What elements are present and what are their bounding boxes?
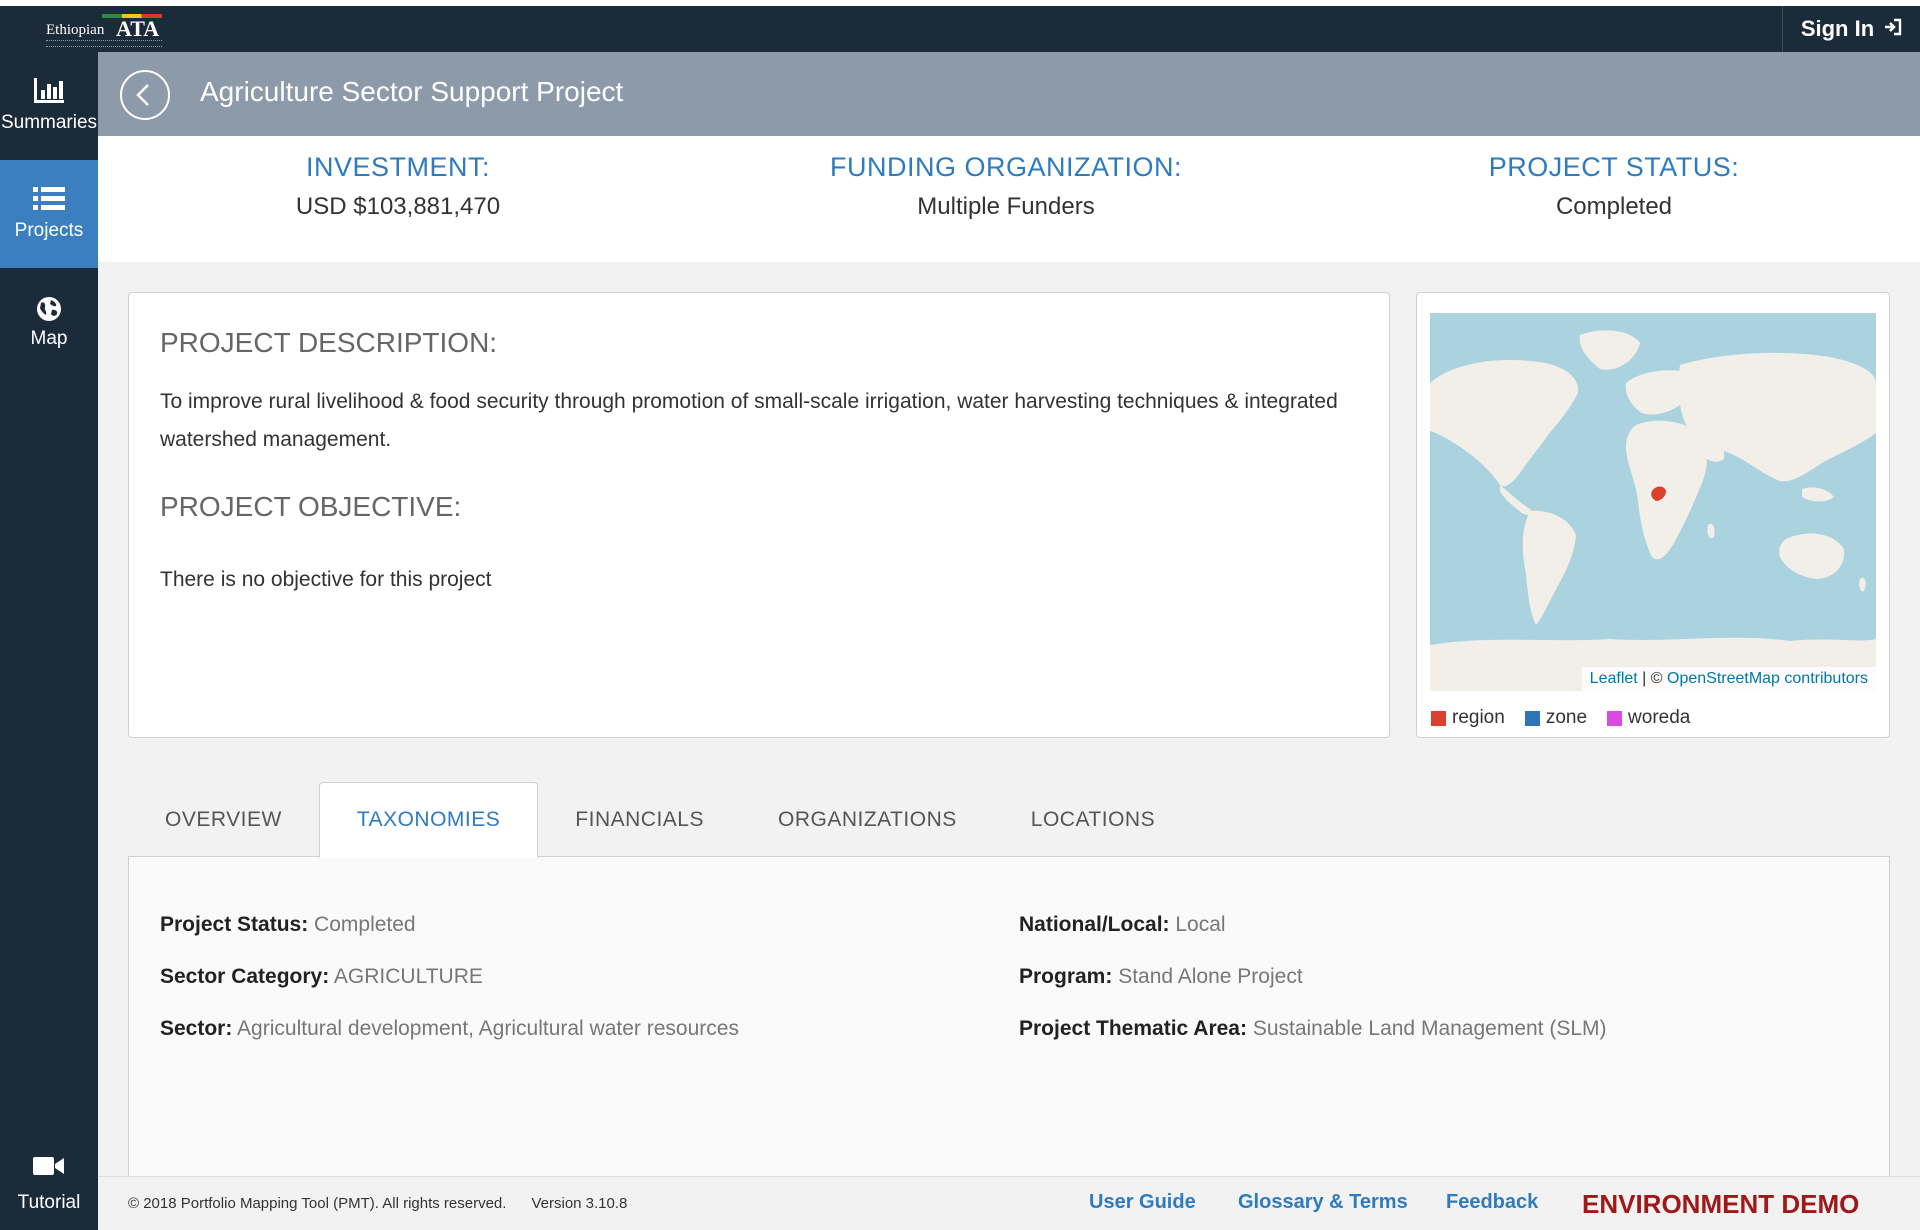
chevron-left-icon — [136, 84, 149, 106]
investment-value: USD $103,881,470 — [295, 193, 501, 220]
leaflet-link[interactable]: Leaflet — [1590, 670, 1638, 687]
list-icon — [0, 186, 98, 217]
footer: © 2018 Portfolio Mapping Tool (PMT). All… — [98, 1176, 1920, 1230]
legend-label-woreda: woreda — [1628, 707, 1691, 728]
user-guide-link[interactable]: User Guide — [1089, 1191, 1196, 1214]
field-national-local: National/Local: Local — [1019, 913, 1226, 937]
funding-value: Multiple Funders — [917, 193, 1095, 220]
location-map[interactable]: Leaflet | © OpenStreetMap contributors — [1430, 313, 1876, 691]
logo-subtitle-line — [46, 40, 162, 44]
legend-item-region: region — [1431, 707, 1505, 729]
tab-taxonomies[interactable]: TAXONOMIES — [318, 782, 539, 858]
sidebar-label-projects: Projects — [14, 220, 84, 241]
field-key: Program: — [1019, 965, 1113, 988]
field-key: National/Local: — [1019, 913, 1170, 936]
map-attribution: Leaflet | © OpenStreetMap contributors — [1581, 667, 1876, 691]
sidebar-label-map: Map — [30, 328, 68, 349]
tab-organizations[interactable]: ORGANIZATIONS — [741, 782, 994, 858]
glossary-link[interactable]: Glossary & Terms — [1238, 1191, 1408, 1214]
feedback-link[interactable]: Feedback — [1446, 1191, 1538, 1214]
legend-swatch-region — [1431, 710, 1446, 726]
legend-swatch-woreda — [1607, 710, 1623, 726]
sign-in-icon — [1884, 16, 1902, 42]
field-value: Completed — [314, 913, 416, 936]
sign-in-label: Sign In — [1800, 16, 1875, 41]
field-value: Stand Alone Project — [1118, 965, 1303, 988]
logo-text: Ethiopian — [46, 22, 105, 38]
copyright-text: © 2018 Portfolio Mapping Tool (PMT). All… — [128, 1195, 627, 1212]
field-thematic-area: Project Thematic Area: Sustainable Land … — [1019, 1017, 1607, 1041]
legend-item-zone: zone — [1524, 707, 1588, 729]
page-header: Agriculture Sector Support Project — [98, 52, 1920, 136]
funding-summary: FUNDING ORGANIZATION: Multiple Funders — [706, 152, 1306, 221]
funding-label: FUNDING ORGANIZATION: — [830, 152, 1182, 182]
back-button[interactable] — [120, 70, 170, 120]
sidebar: Summaries Projects Map Tutorial — [0, 52, 98, 1230]
tab-overview[interactable]: OVERVIEW — [128, 782, 319, 858]
bar-chart-icon — [0, 78, 98, 109]
ata-logo[interactable]: Ethiopian ATA — [36, 14, 170, 54]
tab-locations[interactable]: LOCATIONS — [994, 782, 1192, 858]
logo-subtitle-line-2 — [46, 46, 162, 50]
description-heading: PROJECT DESCRIPTION: — [160, 327, 498, 358]
taxonomies-panel: Project Status: Completed Sector Categor… — [128, 856, 1890, 1176]
sidebar-item-tutorial[interactable]: Tutorial — [0, 1120, 98, 1230]
field-sector: Sector: Agricultural development, Agricu… — [160, 1017, 739, 1041]
osm-link[interactable]: OpenStreetMap contributors — [1667, 670, 1868, 687]
attribution-separator: | © — [1637, 670, 1667, 687]
status-summary: PROJECT STATUS: Completed — [1314, 152, 1914, 221]
legend-label-zone: zone — [1545, 707, 1588, 728]
field-value: AGRICULTURE — [333, 965, 483, 988]
environment-badge: ENVIRONMENT DEMO — [1582, 1189, 1860, 1219]
description-card: PROJECT DESCRIPTION: To improve rural li… — [128, 292, 1390, 738]
objective-text: There is no objective for this project — [160, 568, 492, 591]
logo-mark: ATA — [116, 16, 160, 41]
version: Version 3.10.8 — [531, 1195, 628, 1212]
map-card: Leaflet | © OpenStreetMap contributors r… — [1416, 292, 1890, 738]
field-program: Program: Stand Alone Project — [1019, 965, 1303, 989]
investment-label: INVESTMENT: — [305, 152, 491, 182]
legend-item-woreda: woreda — [1607, 707, 1690, 729]
sidebar-item-map[interactable]: Map — [0, 268, 98, 376]
world-map — [1430, 330, 1876, 691]
status-label: PROJECT STATUS: — [1488, 152, 1740, 182]
investment-summary: INVESTMENT: USD $103,881,470 — [98, 152, 698, 221]
status-value: Completed — [1555, 193, 1673, 220]
page-title: Agriculture Sector Support Project — [200, 76, 624, 107]
video-camera-icon — [0, 1156, 98, 1181]
legend-label-region: region — [1452, 707, 1505, 728]
field-value: Agricultural development, Agricultural w… — [237, 1017, 739, 1040]
globe-icon — [0, 296, 98, 327]
field-key: Sector: — [160, 1017, 233, 1040]
field-value: Sustainable Land Management (SLM) — [1252, 1017, 1607, 1040]
detail-tabs: OVERVIEW TAXONOMIES FINANCIALS ORGANIZAT… — [128, 782, 1192, 858]
field-project-status: Project Status: Completed — [160, 913, 416, 937]
field-key: Project Thematic Area: — [1019, 1017, 1247, 1040]
legend-swatch-zone — [1524, 710, 1540, 726]
project-summary: INVESTMENT: USD $103,881,470 FUNDING ORG… — [98, 136, 1920, 262]
top-bar: Ethiopian ATA — [0, 6, 1920, 52]
app-root: Ethiopian ATA Sign In Summaries Projects… — [0, 0, 1920, 1230]
sidebar-item-summaries[interactable]: Summaries — [0, 52, 98, 160]
sign-in-button[interactable]: Sign In — [1782, 6, 1920, 52]
sidebar-item-projects[interactable]: Projects — [0, 160, 98, 268]
map-legend: region zone woreda — [1431, 707, 1690, 729]
field-key: Project Status: — [160, 913, 309, 936]
field-sector-category: Sector Category: AGRICULTURE — [160, 965, 483, 989]
sidebar-label-summaries: Summaries — [0, 112, 98, 133]
description-text: To improve rural livelihood & food secur… — [160, 390, 1338, 451]
objective-heading: PROJECT OBJECTIVE: — [160, 491, 462, 522]
sidebar-label-tutorial: Tutorial — [17, 1192, 81, 1213]
copyright: © 2018 Portfolio Mapping Tool (PMT). All… — [128, 1195, 507, 1212]
field-key: Sector Category: — [160, 965, 330, 988]
tab-financials[interactable]: FINANCIALS — [538, 782, 741, 858]
field-value: Local — [1175, 913, 1226, 936]
